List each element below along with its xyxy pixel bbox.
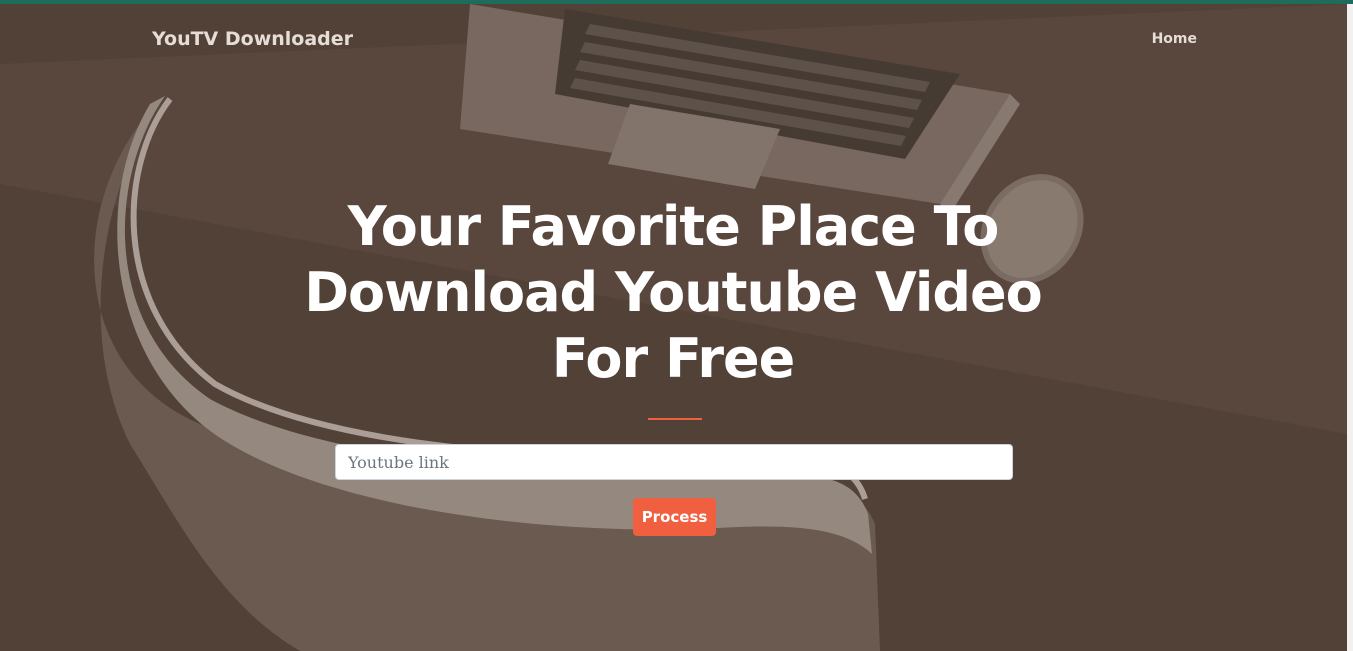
accent-divider	[648, 418, 702, 420]
hero-headline: Your Favorite Place To Download Youtube …	[304, 195, 1043, 390]
page-scrollbar[interactable]	[1347, 4, 1353, 651]
brand-logo[interactable]: YouTV Downloader	[152, 28, 353, 50]
nav-home-link[interactable]: Home	[1152, 31, 1197, 47]
youtube-link-input[interactable]	[335, 444, 1013, 480]
process-button[interactable]: Process	[633, 498, 716, 536]
hero-section: YouTV Downloader Home Your Favorite Plac…	[0, 4, 1347, 651]
